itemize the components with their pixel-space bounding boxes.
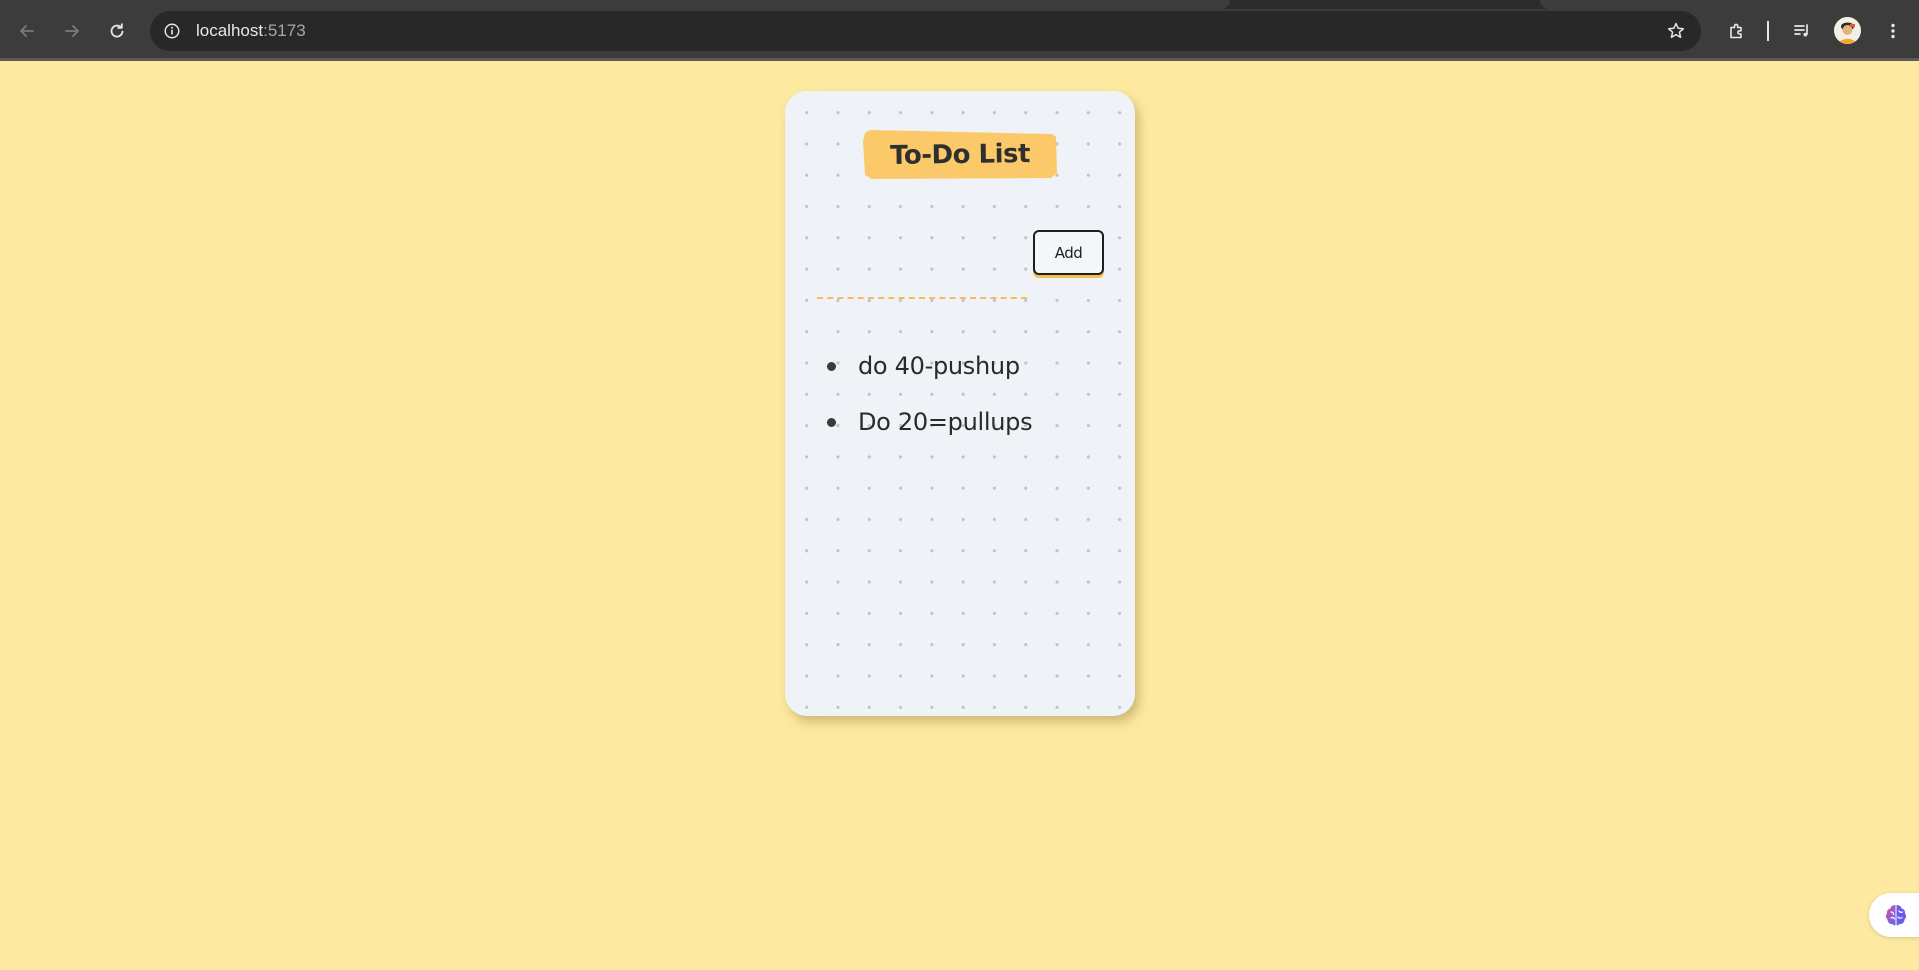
todo-card: To-Do List Add do 40-pushup Do 20=pullup… bbox=[785, 91, 1135, 716]
task-input[interactable] bbox=[817, 273, 1027, 299]
avatar[interactable] bbox=[1834, 17, 1861, 44]
address-bar[interactable]: localhost:5173 bbox=[150, 11, 1701, 51]
todo-list: do 40-pushup Do 20=pullups bbox=[827, 338, 1033, 450]
bullet-icon bbox=[827, 361, 836, 371]
toolbar-divider bbox=[1767, 21, 1769, 41]
list-item: do 40-pushup bbox=[827, 338, 1032, 394]
kebab-menu-icon[interactable] bbox=[1879, 17, 1907, 45]
add-button[interactable]: Add bbox=[1033, 230, 1104, 275]
info-icon[interactable] bbox=[160, 19, 184, 43]
task-text: do 40-pushup bbox=[858, 352, 1020, 380]
brain-icon bbox=[1885, 905, 1907, 926]
url-port: :5173 bbox=[263, 21, 306, 40]
reload-icon bbox=[110, 23, 124, 38]
arrow-right-icon bbox=[65, 25, 79, 37]
tab-strip bbox=[0, 0, 1919, 9]
back-button[interactable] bbox=[12, 16, 42, 46]
task-text: Do 20=pullups bbox=[858, 408, 1033, 436]
forward-button[interactable] bbox=[57, 16, 87, 46]
reload-button[interactable] bbox=[102, 16, 132, 46]
list-item: Do 20=pullups bbox=[827, 394, 1033, 450]
puzzle-icon[interactable] bbox=[1723, 17, 1751, 45]
browser-toolbar: localhost:5173 bbox=[0, 0, 1919, 61]
arrow-left-icon bbox=[20, 25, 34, 37]
media-queue-icon[interactable] bbox=[1788, 17, 1816, 45]
toolbar-border bbox=[0, 58, 1919, 61]
url-host: localhost bbox=[196, 21, 264, 40]
url-text[interactable]: localhost:5173 bbox=[196, 21, 306, 41]
title-banner: To-Do List bbox=[862, 129, 1058, 180]
assistant-widget-button[interactable] bbox=[1869, 893, 1919, 937]
bullet-icon bbox=[827, 417, 836, 427]
page-title: To-Do List bbox=[889, 138, 1031, 171]
star-icon[interactable] bbox=[1665, 20, 1687, 42]
